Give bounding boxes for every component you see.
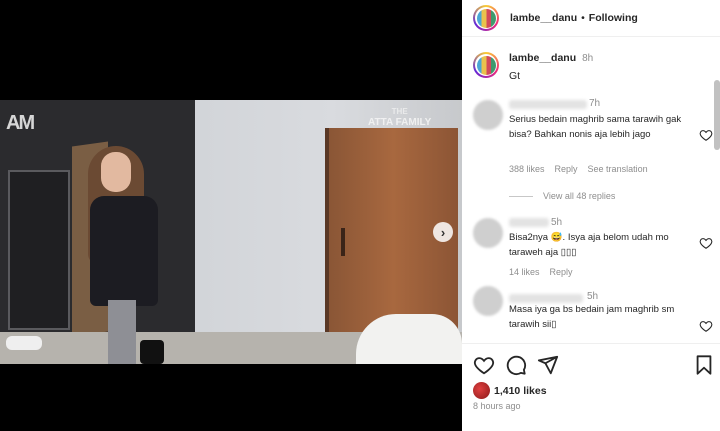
comment-icon[interactable] <box>505 354 527 376</box>
liker-avatar[interactable] <box>473 382 490 399</box>
commenter-username[interactable] <box>509 100 587 109</box>
comment-time: 5h <box>551 217 563 228</box>
commenter-avatar[interactable] <box>473 286 503 316</box>
post-sidebar: lambe__danu • Following lambe__danu 8h G… <box>462 0 720 431</box>
comments-scrollbar[interactable] <box>714 80 720 150</box>
commenter-avatar[interactable] <box>473 100 503 130</box>
comment-text: Serius bedain maghrib sama tarawih gak b… <box>509 114 682 140</box>
heart-icon[interactable] <box>699 319 713 333</box>
watermark-title-small: THE <box>391 107 408 116</box>
post-actions: 1,410 likes 8 hours ago <box>462 343 720 431</box>
replies-divider <box>509 195 533 197</box>
commenter-avatar[interactable] <box>473 218 503 248</box>
post-media: AM THE ATTA FAMILY › <box>0 0 462 431</box>
header-avatar[interactable] <box>473 5 499 31</box>
post-header: lambe__danu • Following <box>462 0 720 37</box>
header-separator: • <box>581 12 585 24</box>
caption-username[interactable]: lambe__danu <box>509 52 576 64</box>
likes-row: 1,410 likes <box>473 382 547 399</box>
caption-text: Gt <box>509 70 521 82</box>
view-replies-label: View all 48 replies <box>543 191 616 201</box>
comment-item: 7h Serius bedain maghrib sama tarawih ga… <box>473 96 713 206</box>
comment-item: 5h Masa iya ga bs bedain jam maghrib sm … <box>473 286 713 343</box>
comment-text: Bisa2nya 😅. Isya aja belom udah mo taraw… <box>509 232 669 258</box>
next-media-button[interactable]: › <box>433 222 453 242</box>
heart-icon[interactable] <box>699 128 713 142</box>
bedsheet <box>356 314 462 364</box>
heart-icon[interactable] <box>473 354 495 376</box>
door-handle <box>341 228 345 256</box>
comment-meta: 14 likes Reply <box>509 267 573 277</box>
shoe <box>6 336 42 350</box>
instagram-post-modal: AM THE ATTA FAMILY › lambe__danu • Follo… <box>0 0 720 431</box>
comment-time: 5h <box>587 291 599 302</box>
commenter-username[interactable] <box>509 218 549 227</box>
heart-icon[interactable] <box>699 236 713 250</box>
see-translation-button[interactable]: See translation <box>588 164 648 174</box>
likes-count[interactable]: 1,410 likes <box>494 385 547 397</box>
comment-text: Masa iya ga bs bedain jam maghrib sm tar… <box>509 304 675 330</box>
watermark-title-main: ATTA FAMILY <box>368 117 432 128</box>
header-username[interactable]: lambe__danu <box>510 12 577 24</box>
caption-time: 8h <box>582 53 594 64</box>
post-timestamp: 8 hours ago <box>473 401 521 411</box>
share-icon[interactable] <box>537 354 559 376</box>
comment-likes[interactable]: 14 likes <box>509 267 540 277</box>
shelf <box>8 170 70 330</box>
following-button[interactable]: Following <box>589 12 638 24</box>
chevron-right-icon: › <box>440 224 446 240</box>
handbag <box>140 340 164 364</box>
view-replies-button[interactable]: View all 48 replies <box>509 191 615 201</box>
reply-button[interactable]: Reply <box>555 164 578 174</box>
reply-button[interactable]: Reply <box>550 267 573 277</box>
comments-list[interactable]: lambe__danu 8h Gt 7h Serius bedain maghr… <box>462 38 720 343</box>
bookmark-icon[interactable] <box>693 354 715 376</box>
post-caption: lambe__danu 8h Gt <box>473 52 593 82</box>
watermark-logo: AM <box>6 112 35 134</box>
comment-meta: 388 likes Reply See translation <box>509 164 648 174</box>
comment-likes[interactable]: 388 likes <box>509 164 545 174</box>
person-legs <box>108 300 136 364</box>
person-body <box>90 196 158 306</box>
person-face <box>101 152 131 192</box>
video-frame[interactable]: AM THE ATTA FAMILY <box>0 100 462 364</box>
watermark-title: THE ATTA FAMILY <box>368 106 431 128</box>
caption-avatar[interactable] <box>473 52 499 78</box>
comment-time: 7h <box>589 98 601 109</box>
